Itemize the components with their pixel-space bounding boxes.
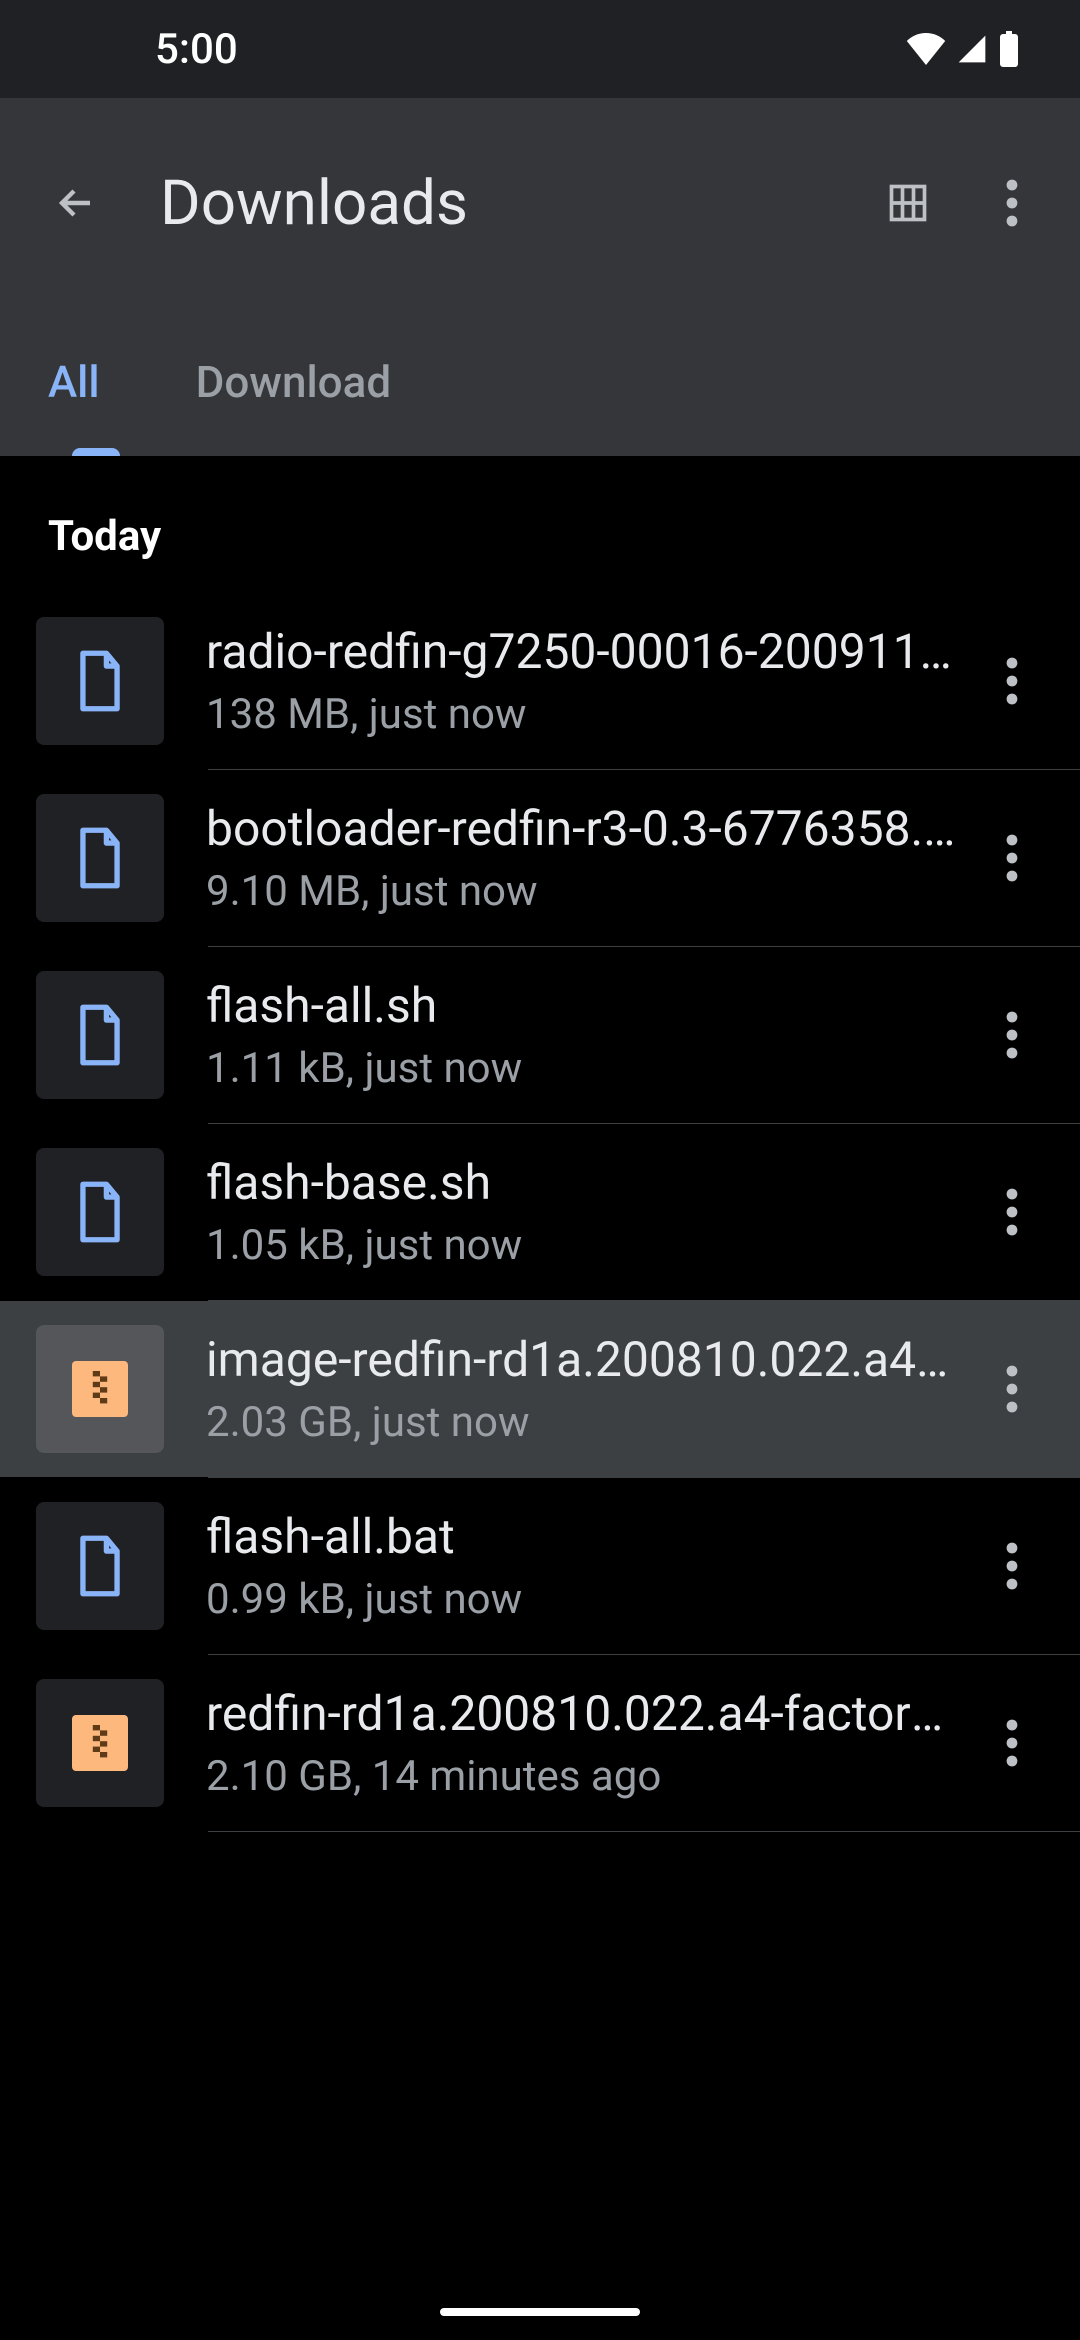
- more-options-button[interactable]: [976, 167, 1048, 239]
- file-name: redfin-rd1a.200810.022.a4-factory-…: [206, 1685, 956, 1742]
- file-more-button[interactable]: [976, 1176, 1048, 1248]
- status-icons: [906, 31, 1020, 67]
- file-meta: 2.10 GB, 14 minutes ago: [206, 1752, 956, 1801]
- file-meta: 9.10 MB, just now: [206, 867, 956, 916]
- more-vert-icon: [1006, 179, 1018, 227]
- file-info: flash-all.sh 1.11 kB, just now: [206, 977, 976, 1093]
- status-bar: 5:00: [0, 0, 1080, 98]
- content: Today radio-redfin-g7250-00016-200911-… 1…: [0, 456, 1080, 1832]
- tab-label: All: [48, 356, 100, 408]
- file-item[interactable]: flash-base.sh 1.05 kB, just now: [0, 1124, 1080, 1300]
- app-bar: Downloads: [0, 98, 1080, 308]
- wifi-icon: [906, 33, 946, 65]
- tab-label: Download: [196, 356, 392, 408]
- file-name: bootloader-redfin-r3-0.3-6776358.i…: [206, 800, 956, 857]
- file-info: radio-redfin-g7250-00016-200911-… 138 MB,…: [206, 623, 976, 739]
- file-name: flash-base.sh: [206, 1154, 956, 1211]
- file-more-button[interactable]: [976, 822, 1048, 894]
- file-name: image-redfin-rd1a.200810.022.a4.…: [206, 1331, 956, 1388]
- gesture-nav-bar[interactable]: [440, 2308, 640, 2316]
- file-more-button[interactable]: [976, 999, 1048, 1071]
- file-icon: [36, 794, 164, 922]
- file-info: flash-base.sh 1.05 kB, just now: [206, 1154, 976, 1270]
- tab-download[interactable]: Download: [148, 308, 440, 456]
- file-info: bootloader-redfin-r3-0.3-6776358.i… 9.10 …: [206, 800, 976, 916]
- grid-view-button[interactable]: [872, 167, 944, 239]
- file-name: radio-redfin-g7250-00016-200911-…: [206, 623, 956, 680]
- grid-icon: [886, 181, 930, 225]
- tab-indicator: [72, 448, 120, 456]
- file-icon: [36, 1148, 164, 1276]
- file-info: image-redfin-rd1a.200810.022.a4.… 2.03 GB…: [206, 1331, 976, 1447]
- file-item[interactable]: flash-all.bat 0.99 kB, just now: [0, 1478, 1080, 1654]
- file-meta: 1.05 kB, just now: [206, 1221, 956, 1270]
- file-meta: 2.03 GB, just now: [206, 1398, 956, 1447]
- file-name: flash-all.bat: [206, 1508, 956, 1565]
- divider: [208, 1831, 1080, 1832]
- file-more-button[interactable]: [976, 645, 1048, 717]
- file-icon: [36, 617, 164, 745]
- battery-icon: [998, 31, 1020, 67]
- file-list: radio-redfin-g7250-00016-200911-… 138 MB,…: [0, 593, 1080, 1832]
- file-icon: [36, 1502, 164, 1630]
- file-meta: 138 MB, just now: [206, 690, 956, 739]
- archive-icon: [36, 1679, 164, 1807]
- signal-icon: [954, 33, 990, 65]
- file-item[interactable]: flash-all.sh 1.11 kB, just now: [0, 947, 1080, 1123]
- file-name: flash-all.sh: [206, 977, 956, 1034]
- page-title: Downloads: [160, 167, 840, 240]
- tabs: All Download: [0, 308, 1080, 456]
- arrow-back-icon: [52, 179, 100, 227]
- file-more-button[interactable]: [976, 1353, 1048, 1425]
- file-meta: 1.11 kB, just now: [206, 1044, 956, 1093]
- file-item[interactable]: image-redfin-rd1a.200810.022.a4.… 2.03 GB…: [0, 1301, 1080, 1477]
- file-info: redfin-rd1a.200810.022.a4-factory-… 2.10 …: [206, 1685, 976, 1801]
- file-meta: 0.99 kB, just now: [206, 1575, 956, 1624]
- file-item[interactable]: bootloader-redfin-r3-0.3-6776358.i… 9.10 …: [0, 770, 1080, 946]
- file-icon: [36, 971, 164, 1099]
- status-time: 5:00: [155, 25, 238, 74]
- file-item[interactable]: radio-redfin-g7250-00016-200911-… 138 MB,…: [0, 593, 1080, 769]
- back-button[interactable]: [40, 167, 112, 239]
- file-more-button[interactable]: [976, 1530, 1048, 1602]
- file-info: flash-all.bat 0.99 kB, just now: [206, 1508, 976, 1624]
- archive-icon: [36, 1325, 164, 1453]
- file-item[interactable]: redfin-rd1a.200810.022.a4-factory-… 2.10 …: [0, 1655, 1080, 1831]
- section-header: Today: [0, 456, 1080, 593]
- file-more-button[interactable]: [976, 1707, 1048, 1779]
- tab-all[interactable]: All: [0, 308, 148, 456]
